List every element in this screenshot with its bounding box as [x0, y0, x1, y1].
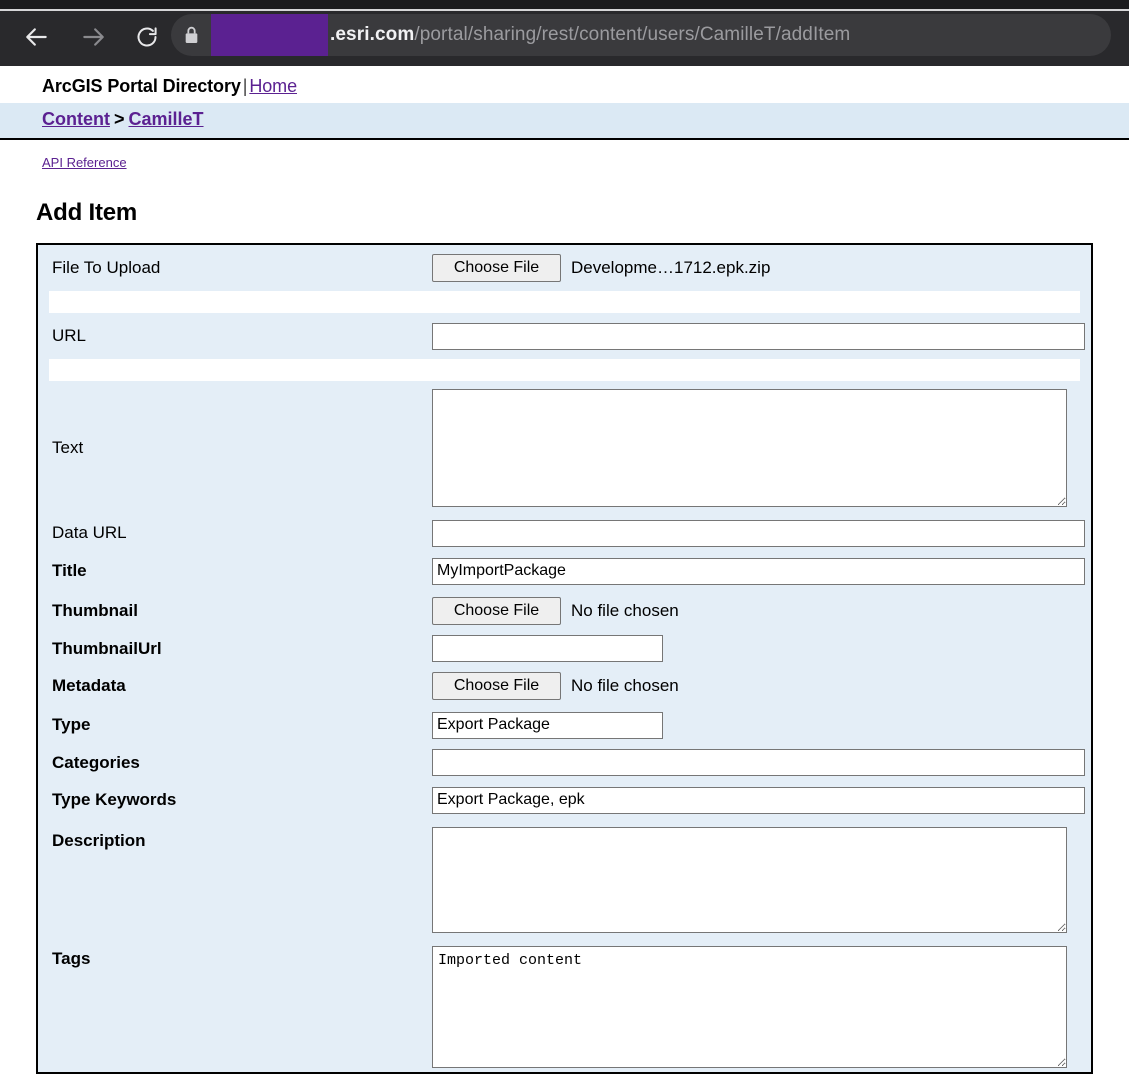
field-data-url: [432, 519, 1091, 547]
api-reference-link[interactable]: API Reference: [42, 155, 127, 170]
spacer-strip: [49, 291, 1080, 313]
form-row-title: Title: [38, 551, 1091, 591]
form-row-thumbnail-url: ThumbnailUrl: [38, 631, 1091, 666]
label-text: Text: [52, 438, 84, 457]
arrow-left-icon: [24, 24, 50, 50]
field-type-keywords: [432, 786, 1091, 814]
form-row-file-to-upload: File To Upload Choose File Developme…171…: [38, 245, 1091, 291]
label-tags: Tags: [52, 949, 91, 968]
api-reference-row: API Reference: [0, 140, 1129, 172]
form-row-description: Description: [38, 819, 1091, 937]
field-description: [432, 823, 1091, 933]
home-link[interactable]: Home: [249, 76, 297, 96]
field-type: [432, 711, 1091, 739]
type-keywords-input[interactable]: [432, 786, 1085, 814]
form-row-type: Type: [38, 706, 1091, 744]
label-description: Description: [52, 831, 146, 850]
field-title: [432, 557, 1091, 585]
label-metadata: Metadata: [52, 676, 126, 695]
form-row-spacer-2: [38, 359, 1091, 381]
page-body: ArcGIS Portal Directory | Home Content > Cam…: [0, 66, 1129, 1074]
choose-file-button-upload[interactable]: Choose File: [432, 254, 561, 282]
add-item-form: File To Upload Choose File Developme…171…: [36, 243, 1093, 1074]
arrow-right-icon: [80, 24, 106, 50]
label-type-keywords: Type Keywords: [52, 790, 177, 809]
url-path: /portal/sharing/rest/content/users/Camil…: [414, 24, 851, 45]
tab-strip: [0, 0, 1129, 9]
label-thumbnail-url: ThumbnailUrl: [52, 638, 162, 658]
thumbnail-url-input[interactable]: [432, 635, 663, 662]
form-row-text: Text: [38, 381, 1091, 515]
field-categories: [432, 749, 1091, 776]
file-name-metadata: No file chosen: [571, 676, 679, 695]
field-file-to-upload: Choose File Developme…1712.epk.zip: [432, 254, 1091, 282]
categories-input[interactable]: [432, 749, 1085, 776]
breadcrumb: Content > CamilleT: [0, 103, 1129, 140]
form-row-metadata: Metadata Choose File No file chosen: [38, 666, 1091, 706]
label-url: URL: [52, 326, 87, 345]
form-row-tags: Tags Imported content: [38, 937, 1091, 1072]
url-text: .esri.com/portal/sharing/rest/content/us…: [328, 24, 850, 46]
file-upload-control[interactable]: Choose File Developme…1712.epk.zip: [432, 254, 770, 282]
choose-file-button-metadata[interactable]: Choose File: [432, 672, 561, 700]
label-data-url: Data URL: [52, 523, 127, 542]
label-thumbnail: Thumbnail: [52, 601, 138, 620]
form-row-categories: Categories: [38, 744, 1091, 781]
choose-file-button-thumbnail[interactable]: Choose File: [432, 597, 561, 625]
metadata-file-control[interactable]: Choose File No file chosen: [432, 672, 679, 700]
description-textarea[interactable]: [432, 827, 1067, 933]
field-thumbnail-url: [432, 635, 1091, 662]
breadcrumb-user-link[interactable]: CamilleT: [129, 109, 204, 129]
address-bar[interactable]: .esri.com/portal/sharing/rest/content/us…: [171, 14, 1111, 56]
breadcrumb-content-link[interactable]: Content: [42, 109, 110, 129]
form-row-spacer-1: [38, 291, 1091, 313]
field-url: [432, 322, 1091, 350]
form-row-data-url: Data URL: [38, 515, 1091, 551]
field-metadata: Choose File No file chosen: [432, 672, 1091, 700]
data-url-input[interactable]: [432, 519, 1085, 547]
back-button[interactable]: [20, 20, 54, 54]
label-title: Title: [52, 561, 87, 580]
reload-icon: [135, 25, 159, 49]
breadcrumb-separator: >: [113, 109, 125, 129]
tags-textarea[interactable]: Imported content: [432, 945, 1067, 1068]
reload-button[interactable]: [130, 20, 164, 54]
field-thumbnail: Choose File No file chosen: [432, 597, 1091, 625]
text-textarea[interactable]: [432, 389, 1067, 507]
file-name-upload: Developme…1712.epk.zip: [571, 258, 771, 277]
label-type: Type: [52, 715, 91, 734]
form-row-type-keywords: Type Keywords: [38, 781, 1091, 819]
spacer-strip: [49, 359, 1080, 381]
redacted-hostname: [211, 14, 328, 56]
form-row-thumbnail: Thumbnail Choose File No file chosen: [38, 591, 1091, 631]
forward-button[interactable]: [76, 20, 110, 54]
type-input[interactable]: [432, 711, 663, 739]
label-file-to-upload: File To Upload: [52, 258, 161, 277]
url-host: .esri.com: [330, 24, 415, 45]
site-title: ArcGIS Portal Directory: [42, 76, 241, 96]
form-row-url: URL: [38, 313, 1091, 359]
file-name-thumbnail: No file chosen: [571, 601, 679, 620]
title-input[interactable]: [432, 557, 1085, 585]
url-input[interactable]: [432, 322, 1085, 350]
page-title: Add Item: [36, 199, 138, 226]
lock-icon: [171, 26, 211, 44]
label-categories: Categories: [52, 752, 140, 772]
browser-chrome: .esri.com/portal/sharing/rest/content/us…: [0, 0, 1129, 66]
thumbnail-file-control[interactable]: Choose File No file chosen: [432, 597, 679, 625]
field-tags: Imported content: [432, 942, 1091, 1068]
field-text: [432, 389, 1091, 507]
site-header: ArcGIS Portal Directory | Home: [0, 66, 1129, 101]
